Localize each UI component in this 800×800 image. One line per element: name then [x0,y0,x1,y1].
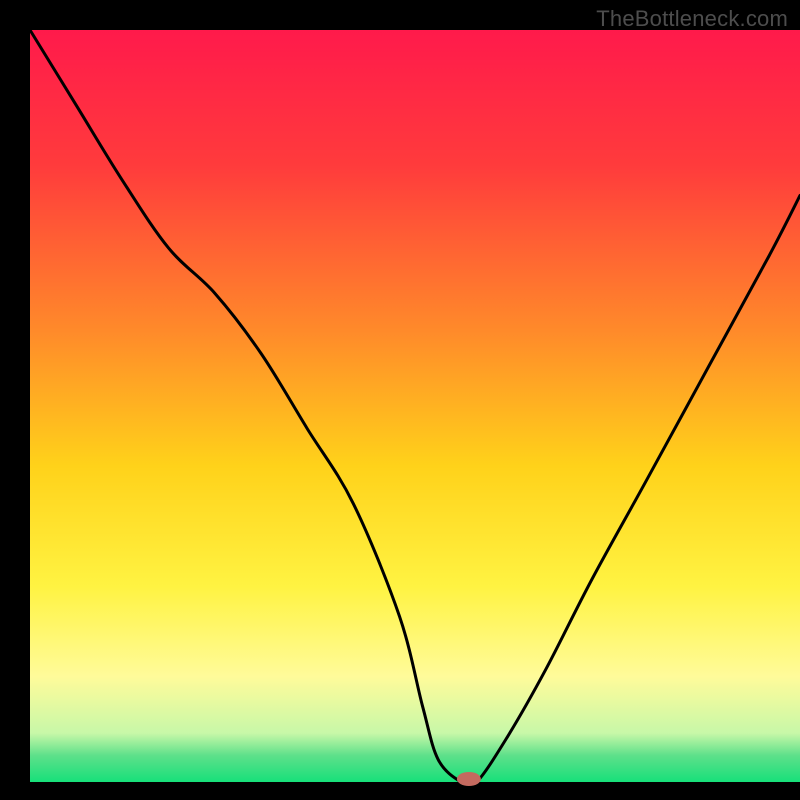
chart-stage: TheBottleneck.com [0,0,800,800]
bottleneck-plot [0,0,800,800]
optimal-marker [457,772,481,786]
watermark-text: TheBottleneck.com [596,6,788,32]
